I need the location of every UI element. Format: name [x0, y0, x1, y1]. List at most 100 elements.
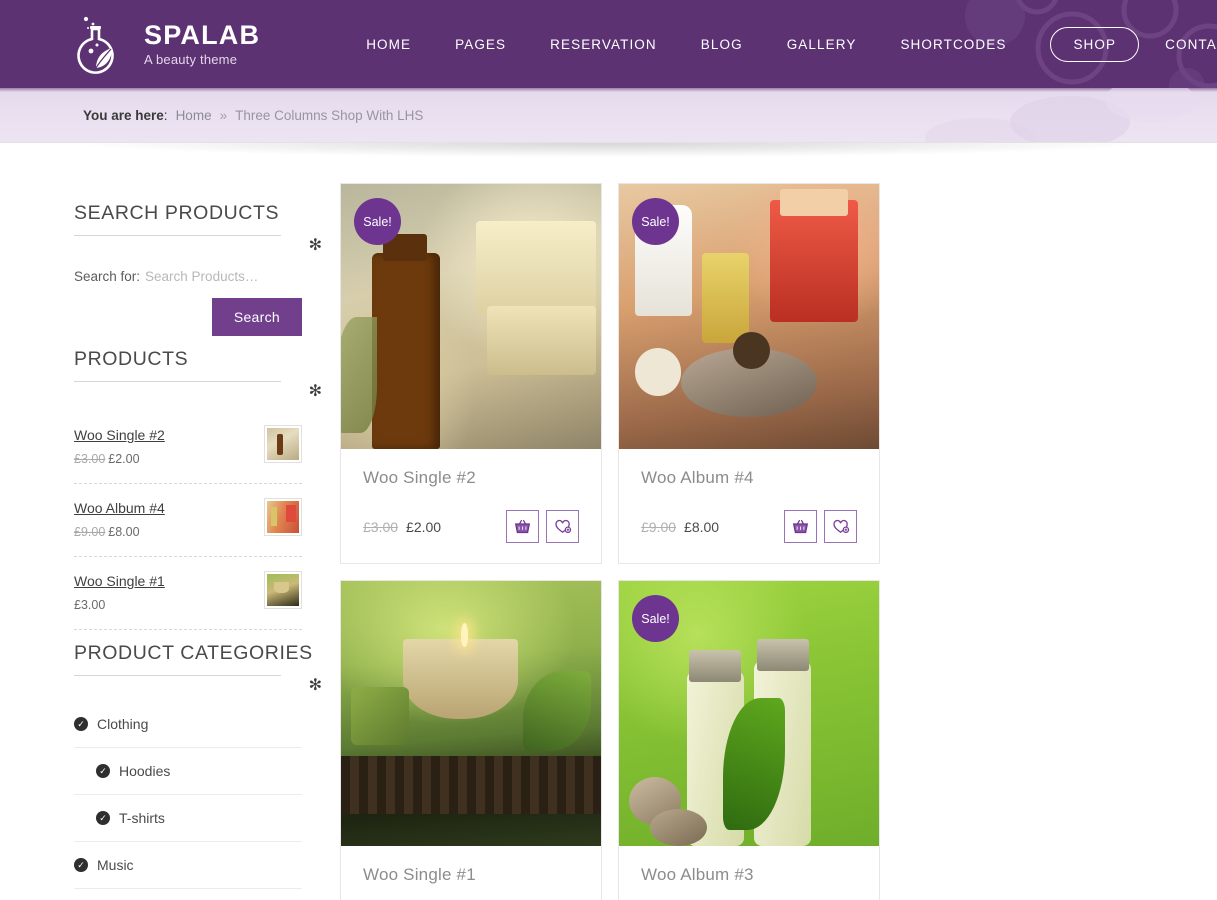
add-to-wishlist-button[interactable] — [546, 510, 579, 543]
list-item-price: £3.00 £2.00 — [74, 452, 140, 466]
list-item[interactable]: Woo Single #1 £3.00 — [74, 557, 302, 630]
sidebar-item-tshirts[interactable]: ✓ T-shirts — [74, 795, 302, 842]
list-item[interactable]: Woo Album #4 £9.00 £8.00 — [74, 484, 302, 557]
widget-products-header: PRODUCTS ✻ — [74, 348, 322, 400]
list-item-old-price: £9.00 — [74, 525, 106, 539]
list-item-new-price: £2.00 — [108, 452, 140, 466]
list-item-new-price: £3.00 — [74, 598, 106, 612]
product-card[interactable]: Sale! Woo Album #4 £9.00 £8.00 — [618, 183, 880, 564]
main-navigation: HOME PAGES RESERVATION BLOG GALLERY SHOR… — [366, 26, 1217, 62]
product-title[interactable]: Woo Album #3 — [641, 865, 857, 885]
product-new-price: £8.00 — [684, 518, 720, 535]
nav-item-blog[interactable]: BLOG — [701, 29, 743, 60]
add-to-cart-button[interactable] — [506, 510, 539, 543]
list-item-title[interactable]: Woo Single #1 — [74, 573, 165, 589]
widget-search-products: SEARCH PRODUCTS ✻ Search for: Search — [74, 202, 322, 336]
category-label: Clothing — [97, 716, 149, 732]
product-image[interactable]: Sale! — [619, 184, 879, 449]
product-actions — [506, 510, 579, 543]
list-item-meta: Woo Single #2 £3.00 £2.00 — [74, 425, 165, 468]
product-title[interactable]: Woo Single #2 — [363, 468, 579, 488]
widget-products-title: PRODUCTS — [74, 348, 189, 370]
flower-icon: ✻ — [308, 677, 322, 694]
breadcrumb-colon: : — [163, 107, 168, 123]
sidebar-item-music[interactable]: ✓ Music — [74, 842, 302, 889]
flask-leaf-logo-icon — [77, 16, 114, 74]
nav-item-pages[interactable]: PAGES — [455, 29, 506, 60]
breadcrumb-bar: You are here: Home » Three Columns Shop … — [0, 88, 1217, 143]
search-form: Search for: — [74, 269, 302, 284]
list-item-price: £3.00 — [74, 598, 105, 612]
category-label: T-shirts — [119, 810, 165, 826]
logo-tagline: A beauty theme — [144, 52, 238, 67]
sidebar: SEARCH PRODUCTS ✻ Search for: Search PRO… — [74, 183, 322, 889]
product-image[interactable] — [341, 581, 601, 846]
product-card-body: Woo Album #4 £9.00 £8.00 — [619, 449, 879, 563]
heart-plus-icon — [554, 519, 571, 534]
nav-item-shop[interactable]: SHOP — [1050, 26, 1140, 62]
widget-divider — [74, 381, 281, 382]
product-card[interactable]: Woo Single #1 £3.00 — [340, 580, 602, 900]
list-item[interactable]: Woo Single #2 £3.00 £2.00 — [74, 411, 302, 484]
breadcrumb-separator-icon: » — [219, 107, 228, 123]
add-to-wishlist-button[interactable] — [824, 510, 857, 543]
product-actions — [784, 510, 857, 543]
list-item-new-price: £8.00 — [108, 525, 140, 539]
nav-item-home[interactable]: HOME — [366, 29, 411, 60]
breadcrumb-link-home[interactable]: Home — [176, 108, 212, 123]
search-button[interactable]: Search — [211, 298, 302, 336]
product-card-body: Woo Single #2 £3.00 £2.00 — [341, 449, 601, 563]
category-label: Hoodies — [119, 763, 171, 779]
sidebar-item-clothing[interactable]: ✓ Clothing — [74, 701, 302, 748]
widget-search-header: SEARCH PRODUCTS ✻ — [74, 202, 322, 254]
product-card[interactable]: Sale! Woo Album #3 — [618, 580, 880, 900]
nav-item-gallery[interactable]: GALLERY — [787, 29, 857, 60]
product-card-body: Woo Single #1 £3.00 — [341, 846, 601, 900]
nav-item-contact[interactable]: CONTACT — [1165, 29, 1217, 60]
widget-products: PRODUCTS ✻ Woo Single #2 £3.00 £2.00 Woo… — [74, 348, 322, 630]
search-input[interactable] — [145, 269, 281, 284]
status-badge: Sale! — [632, 595, 679, 642]
list-item-old-price: £3.00 — [74, 452, 106, 466]
heart-plus-icon — [832, 519, 849, 534]
coconut-candle-bamboo-photo — [341, 581, 601, 846]
product-title[interactable]: Woo Album #4 — [641, 468, 857, 488]
breadcrumb-label: You are here — [83, 107, 164, 123]
search-button-wrap: Search — [74, 298, 302, 336]
site-logo[interactable]: SPALAB A beauty theme — [74, 13, 260, 75]
search-for-label: Search for: — [74, 269, 141, 284]
nav-item-shortcodes[interactable]: SHORTCODES — [900, 29, 1006, 60]
product-grid: Sale! Woo Single #2 £3.00 £2.00 Sale! Wo… — [340, 183, 1133, 900]
content-top-shadow — [0, 143, 1217, 183]
flower-icon: ✻ — [308, 237, 322, 254]
list-item-thumbnail — [264, 571, 302, 609]
widget-product-categories: PRODUCT CATEGORIES ✻ ✓ Clothing ✓ Hoodie… — [74, 642, 322, 889]
flower-icon: ✻ — [308, 383, 322, 400]
product-price: £3.00 £2.00 — [363, 519, 441, 535]
sidebar-item-hoodies[interactable]: ✓ Hoodies — [74, 748, 302, 795]
add-to-cart-button[interactable] — [784, 510, 817, 543]
list-item-title[interactable]: Woo Single #2 — [74, 427, 165, 443]
product-card-footer: £9.00 £8.00 — [641, 510, 857, 543]
product-image[interactable]: Sale! — [619, 581, 879, 846]
product-image[interactable]: Sale! — [341, 184, 601, 449]
logo-title: SPALAB — [144, 20, 261, 50]
nav-item-reservation[interactable]: RESERVATION — [550, 29, 657, 60]
list-item-thumbnail — [264, 425, 302, 463]
list-item-price: £9.00 £8.00 — [74, 525, 140, 539]
product-title[interactable]: Woo Single #1 — [363, 865, 579, 885]
check-circle-icon: ✓ — [74, 858, 88, 872]
list-item-meta: Woo Album #4 £9.00 £8.00 — [74, 498, 165, 541]
breadcrumb: You are here: Home » Three Columns Shop … — [0, 88, 1217, 142]
list-item-title[interactable]: Woo Album #4 — [74, 500, 165, 516]
site-header: SPALAB A beauty theme HOME PAGES RESERVA… — [0, 0, 1217, 88]
widget-search-title: SEARCH PRODUCTS — [74, 202, 280, 224]
shopping-basket-icon — [514, 519, 531, 534]
status-badge: Sale! — [632, 198, 679, 245]
product-card[interactable]: Sale! Woo Single #2 £3.00 £2.00 — [340, 183, 602, 564]
product-old-price: £9.00 — [641, 518, 677, 535]
shopping-basket-icon — [792, 519, 809, 534]
status-badge: Sale! — [354, 198, 401, 245]
check-circle-icon: ✓ — [96, 764, 110, 778]
product-price: £9.00 £8.00 — [641, 519, 719, 535]
